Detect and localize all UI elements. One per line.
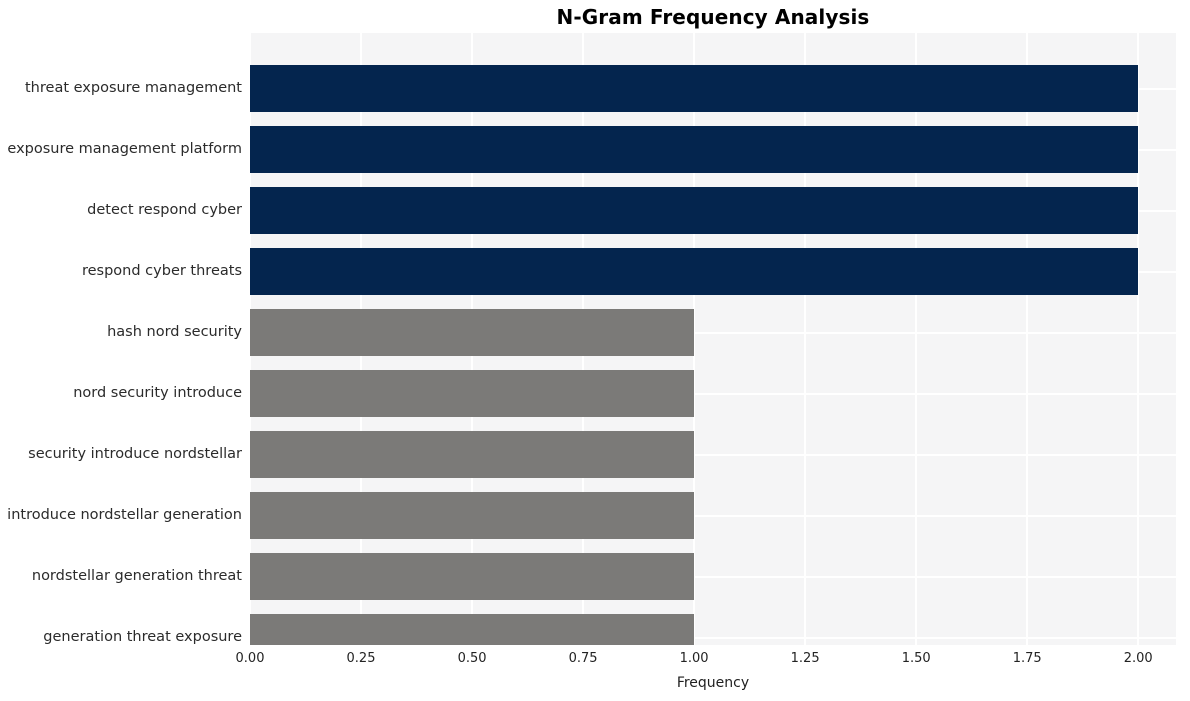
- bar[interactable]: [250, 492, 695, 539]
- y-axis-tick-label: detect respond cyber: [87, 201, 242, 218]
- bar[interactable]: [250, 553, 695, 600]
- x-axis-tick-label: 0.75: [568, 651, 598, 666]
- bar[interactable]: [250, 309, 695, 356]
- x-axis-tick-label: 0.50: [457, 651, 487, 666]
- vertical-gridline: [1026, 33, 1029, 645]
- y-axis-tick-label: threat exposure management: [25, 79, 242, 96]
- y-axis-tick-label: exposure management platform: [7, 140, 242, 157]
- x-axis-tick-label: 1.75: [1012, 651, 1042, 666]
- x-axis-tick-label: 1.50: [901, 651, 931, 666]
- vertical-gridline: [915, 33, 918, 645]
- x-axis-label: Frequency: [676, 675, 750, 691]
- bar[interactable]: [250, 187, 1139, 234]
- vertical-gridline: [1137, 33, 1140, 645]
- y-axis-tick-label: introduce nordstellar generation: [7, 506, 242, 523]
- y-axis-tick-label: hash nord security: [107, 323, 242, 340]
- y-axis-tick-label: nord security introduce: [73, 384, 242, 401]
- bar[interactable]: [250, 65, 1139, 112]
- bar[interactable]: [250, 614, 695, 645]
- vertical-gridline: [804, 33, 807, 645]
- y-axis-tick-label: generation threat exposure: [43, 628, 242, 645]
- x-axis-tick-label: 0.25: [346, 651, 376, 666]
- x-axis-tick-label: 1.25: [790, 651, 820, 666]
- bar[interactable]: [250, 431, 695, 478]
- x-axis-tick-label: 0.00: [235, 651, 265, 666]
- y-axis-tick-label: respond cyber threats: [81, 262, 242, 279]
- bar[interactable]: [250, 248, 1139, 295]
- bar[interactable]: [250, 126, 1139, 173]
- y-axis-tick-label: security introduce nordstellar: [28, 445, 242, 462]
- ngram-frequency-chart: N-Gram Frequency Analysis threat exposur…: [0, 0, 1190, 701]
- x-axis-tick-label: 1.00: [679, 651, 709, 666]
- y-axis-tick-label: nordstellar generation threat: [31, 567, 242, 584]
- plot-area: [250, 33, 1176, 645]
- x-axis-tick-label: 2.00: [1123, 651, 1153, 666]
- chart-title: N-Gram Frequency Analysis: [556, 5, 870, 29]
- bar[interactable]: [250, 370, 695, 417]
